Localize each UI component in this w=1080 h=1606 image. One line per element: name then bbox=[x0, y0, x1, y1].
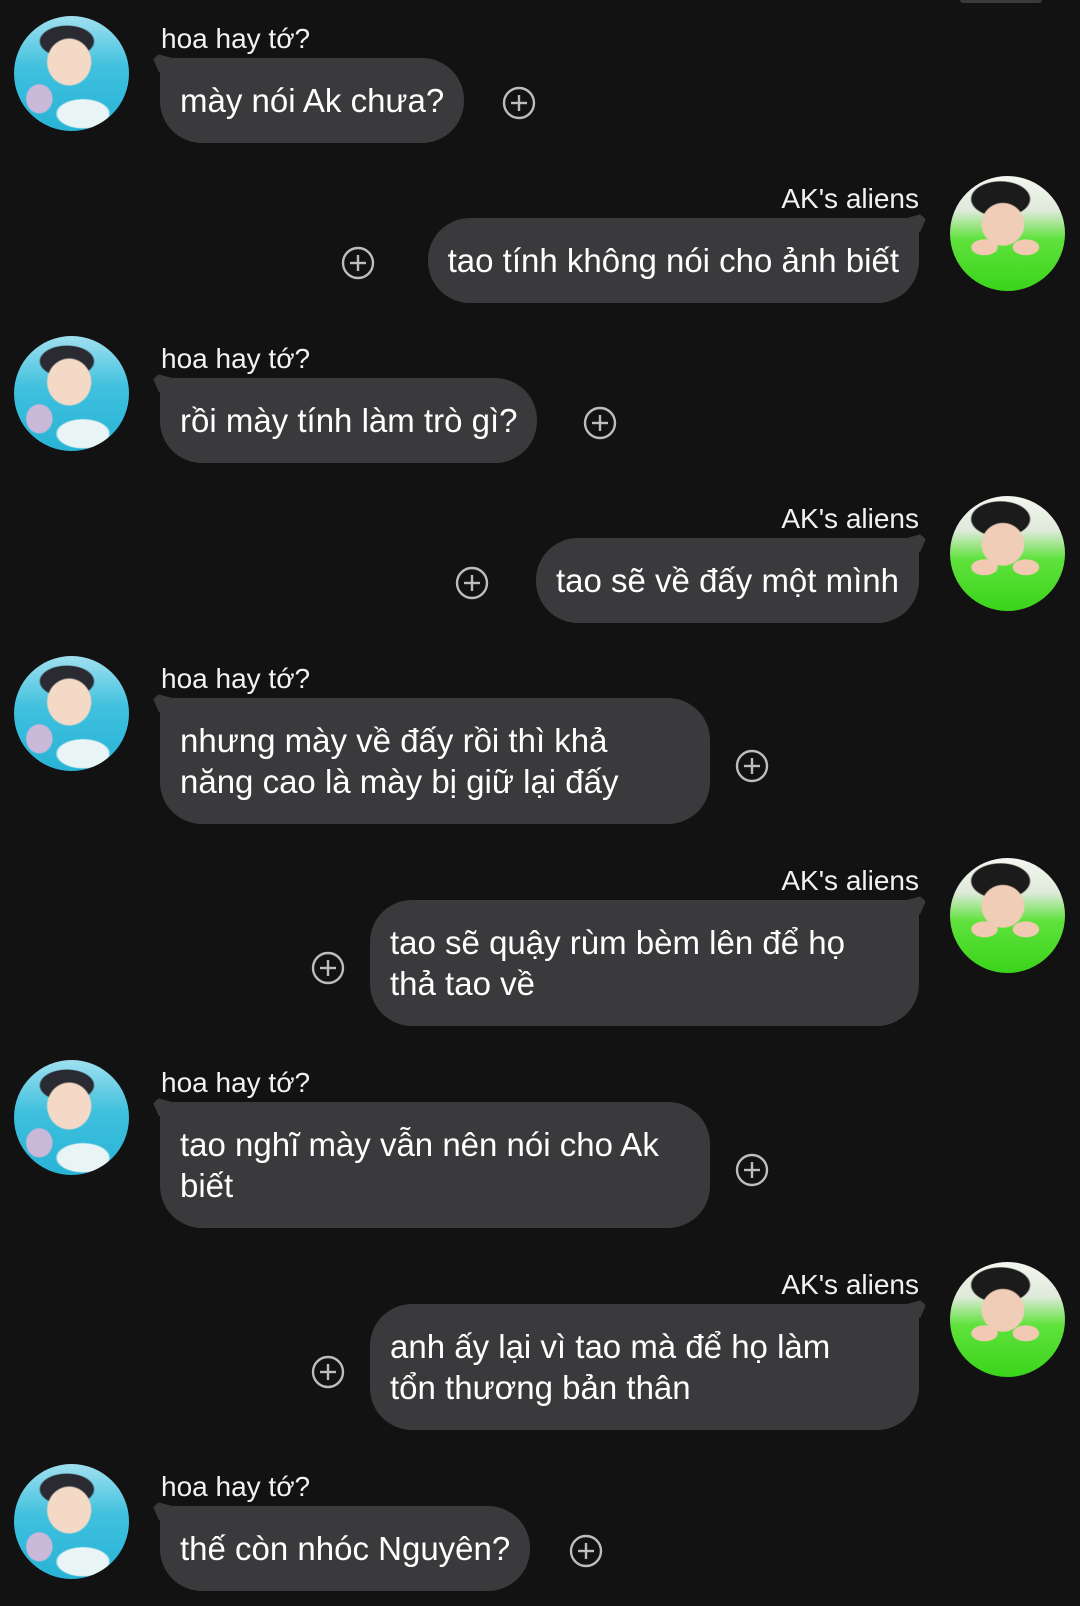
add-reaction-icon[interactable] bbox=[583, 406, 617, 440]
message-bubble[interactable]: rồi mày tính làm trò gì? bbox=[150, 372, 538, 463]
message-bubble[interactable]: mày nói Ak chưa? bbox=[150, 52, 465, 143]
sender-name: AK's aliens bbox=[781, 1269, 919, 1300]
message-line: thả tao về bbox=[390, 965, 535, 1002]
message-bubble[interactable]: nhưng mày về đấy rồi thì khả năng cao là… bbox=[150, 692, 710, 824]
avatar[interactable] bbox=[950, 496, 1065, 611]
message-bubble[interactable]: tao sẽ quậy rùm bèm lên để họ thả tao về bbox=[370, 894, 929, 1026]
sender-name: hoa hay tớ? bbox=[161, 23, 311, 54]
avatar[interactable] bbox=[14, 656, 129, 771]
add-reaction-icon[interactable] bbox=[455, 566, 489, 600]
sender-name: hoa hay tớ? bbox=[161, 343, 311, 374]
message-line: rồi mày tính làm trò gì? bbox=[180, 402, 518, 439]
avatar[interactable] bbox=[14, 336, 129, 451]
message-bubble[interactable]: anh ấy lại vì tao mà để họ làm tổn thươn… bbox=[370, 1298, 929, 1430]
message-line: biết bbox=[180, 1167, 234, 1204]
message-line: tao sẽ quậy rùm bèm lên để họ bbox=[390, 924, 845, 961]
message-bubble[interactable]: tao nghĩ mày vẫn nên nói cho Ak biết bbox=[150, 1096, 710, 1228]
avatar[interactable] bbox=[14, 1060, 129, 1175]
sender-name: hoa hay tớ? bbox=[161, 663, 311, 694]
avatar[interactable] bbox=[950, 858, 1065, 973]
add-reaction-icon[interactable] bbox=[311, 951, 345, 985]
message-line: nhưng mày về đấy rồi thì khả bbox=[180, 722, 608, 759]
avatar[interactable] bbox=[950, 176, 1065, 291]
message-bubble[interactable]: thế còn nhóc Nguyên? bbox=[150, 1500, 531, 1591]
add-reaction-icon[interactable] bbox=[311, 1355, 345, 1389]
add-reaction-icon[interactable] bbox=[341, 246, 375, 280]
message-line: mày nói Ak chưa? bbox=[180, 82, 445, 119]
message-bubble[interactable]: tao tính không nói cho ảnh biết bbox=[427, 212, 929, 303]
message-bubble[interactable]: tao sẽ về đấy một mình bbox=[535, 532, 929, 623]
avatar[interactable] bbox=[950, 1262, 1065, 1377]
sender-name: hoa hay tớ? bbox=[161, 1067, 311, 1098]
message-line: tao nghĩ mày vẫn nên nói cho Ak bbox=[180, 1126, 659, 1163]
message-line: tao tính không nói cho ảnh biết bbox=[447, 242, 899, 279]
sender-name: hoa hay tớ? bbox=[161, 1471, 311, 1502]
add-reaction-icon[interactable] bbox=[569, 1534, 603, 1568]
message-line: năng cao là mày bị giữ lại đấy bbox=[180, 763, 619, 800]
avatar[interactable] bbox=[14, 16, 129, 131]
sender-name: AK's aliens bbox=[781, 183, 919, 214]
top-edge-divider bbox=[960, 0, 1042, 3]
message-line: tao sẽ về đấy một mình bbox=[555, 562, 899, 599]
add-reaction-icon[interactable] bbox=[735, 1153, 769, 1187]
add-reaction-icon[interactable] bbox=[735, 749, 769, 783]
sender-name: AK's aliens bbox=[781, 865, 919, 896]
sender-name: AK's aliens bbox=[781, 503, 919, 534]
avatar[interactable] bbox=[14, 1464, 129, 1579]
add-reaction-icon[interactable] bbox=[502, 86, 536, 120]
message-line: thế còn nhóc Nguyên? bbox=[180, 1530, 511, 1567]
message-line: tổn thương bản thân bbox=[390, 1369, 691, 1406]
message-line: anh ấy lại vì tao mà để họ làm bbox=[390, 1328, 831, 1365]
